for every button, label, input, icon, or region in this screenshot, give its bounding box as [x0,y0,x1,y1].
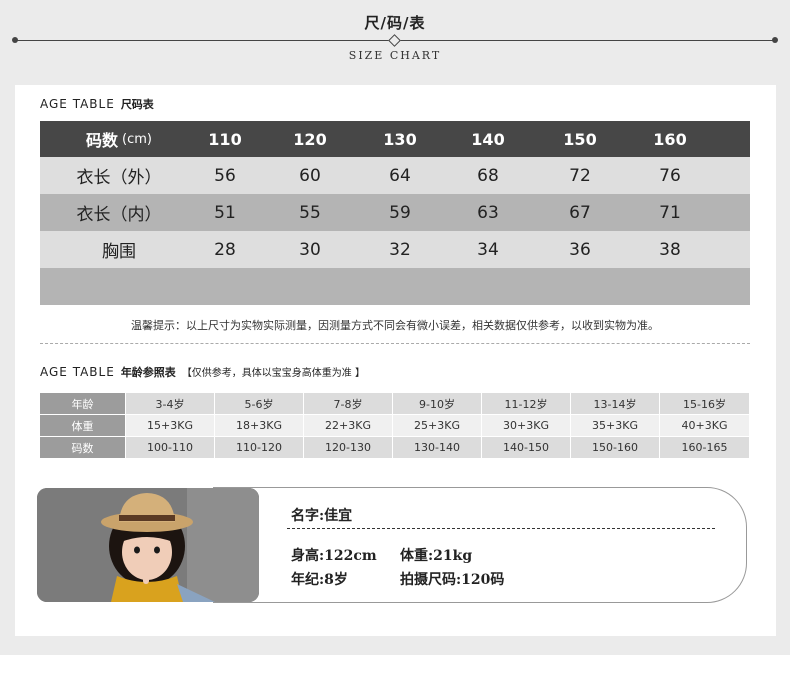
age-section-label-en: AGE TABLE [40,365,115,379]
age-table: 年龄 3-4岁 5-6岁 7-8岁 9-10岁 11-12岁 13-14岁 15… [40,393,750,459]
table-cell: 38 [659,239,681,260]
size-section-label-zh: 尺码表 [120,98,154,111]
size-column-150: 150 [563,129,597,149]
table-row-empty [40,268,750,305]
table-row-age: 年龄 3-4岁 5-6岁 7-8岁 9-10岁 11-12岁 13-14岁 15… [40,393,750,414]
table-cell: 55 [299,202,321,223]
table-cell: 25+3KG [393,415,481,436]
model-name-divider [287,528,715,529]
table-row-outer-length: 衣长（外） 56 60 64 68 72 76 [40,157,750,194]
divider-dot-left [12,37,18,43]
table-cell: 68 [477,165,499,186]
table-cell: 40+3KG [660,415,749,436]
age-section-label: AGE TABLE 年龄参照表 【仅供参考，具体以宝宝身高体重为准 】 [40,364,365,380]
size-table: 码数 (cm) 110 120 130 140 150 160 衣长（外） 56 … [40,121,750,305]
table-cell: 150-160 [571,437,659,458]
header-divider-right [400,40,774,41]
table-cell: 9-10岁 [393,393,481,414]
size-table-header: 码数 (cm) 110 120 130 140 150 160 [40,121,750,157]
age-section-label-zh: 年龄参照表 [120,366,176,379]
table-cell: 76 [659,165,681,186]
table-cell: 32 [389,239,411,260]
table-row-size: 码数 100-110 110-120 120-130 130-140 140-1… [40,437,750,458]
size-column-130: 130 [383,129,417,149]
size-column-160: 160 [653,129,687,149]
table-cell: 140-150 [482,437,570,458]
page-title: 尺/码/表 [364,14,426,32]
table-cell: 36 [569,239,591,260]
size-column-120: 120 [293,129,327,149]
table-cell: 30 [299,239,321,260]
table-cell: 110-120 [215,437,303,458]
table-cell: 18+3KG [215,415,303,436]
table-cell: 67 [569,202,591,223]
table-cell: 130-140 [393,437,481,458]
section-divider [40,343,750,344]
table-cell: 56 [214,165,236,186]
divider-dot-right [772,37,778,43]
row-label: 衣长（外） [76,168,162,188]
row-label: 衣长（内） [76,205,162,225]
table-cell: 11-12岁 [482,393,570,414]
table-cell: 120-130 [304,437,392,458]
table-cell: 35+3KG [571,415,659,436]
model-name: 名字:佳宜 [291,508,353,524]
row-label: 胸围 [102,242,136,262]
age-section-note: 【仅供参考，具体以宝宝身高体重为准 】 [181,368,365,379]
size-column-header: 码数 (cm) [86,131,152,150]
model-weight: 体重:21kg [400,548,473,564]
table-row-inner-length: 衣长（内） 51 55 59 63 67 71 [40,194,750,231]
measurement-tip: 温馨提示：以上尺寸为实物实际测量，因测量方式不同会有微小误差，相关数据仅供参考，… [131,319,659,332]
model-age: 年纪:8岁 [291,572,348,588]
table-cell: 71 [659,202,681,223]
model-illustration [37,488,259,602]
table-cell: 15+3KG [126,415,214,436]
table-cell: 28 [214,239,236,260]
table-cell: 30+3KG [482,415,570,436]
row-label: 码数 [40,437,125,458]
table-cell: 7-8岁 [304,393,392,414]
page-subtitle: SIZE CHART [348,49,442,62]
table-cell: 3-4岁 [126,393,214,414]
table-cell: 22+3KG [304,415,392,436]
table-cell: 34 [477,239,499,260]
table-cell: 100-110 [126,437,214,458]
table-cell: 59 [389,202,411,223]
size-column-140: 140 [471,129,505,149]
table-cell: 63 [477,202,499,223]
table-cell: 72 [569,165,591,186]
row-label: 年龄 [40,393,125,414]
table-cell: 51 [214,202,236,223]
table-row-chest: 胸围 28 30 32 34 36 38 [40,231,750,268]
table-cell: 13-14岁 [571,393,659,414]
size-section-label-en: AGE TABLE [40,97,115,111]
table-cell: 15-16岁 [660,393,749,414]
table-cell: 60 [299,165,321,186]
row-label: 体重 [40,415,125,436]
header-divider-left [14,40,390,41]
table-cell: 64 [389,165,411,186]
table-cell: 5-6岁 [215,393,303,414]
table-cell: 160-165 [660,437,749,458]
size-column-110: 110 [208,129,242,149]
model-shoot-size: 拍摄尺码:120码 [400,572,505,588]
table-row-weight: 体重 15+3KG 18+3KG 22+3KG 25+3KG 30+3KG 35… [40,415,750,436]
size-section-label: AGE TABLE 尺码表 [40,96,154,112]
model-height: 身高:122cm [291,548,377,564]
model-photo [37,488,259,602]
